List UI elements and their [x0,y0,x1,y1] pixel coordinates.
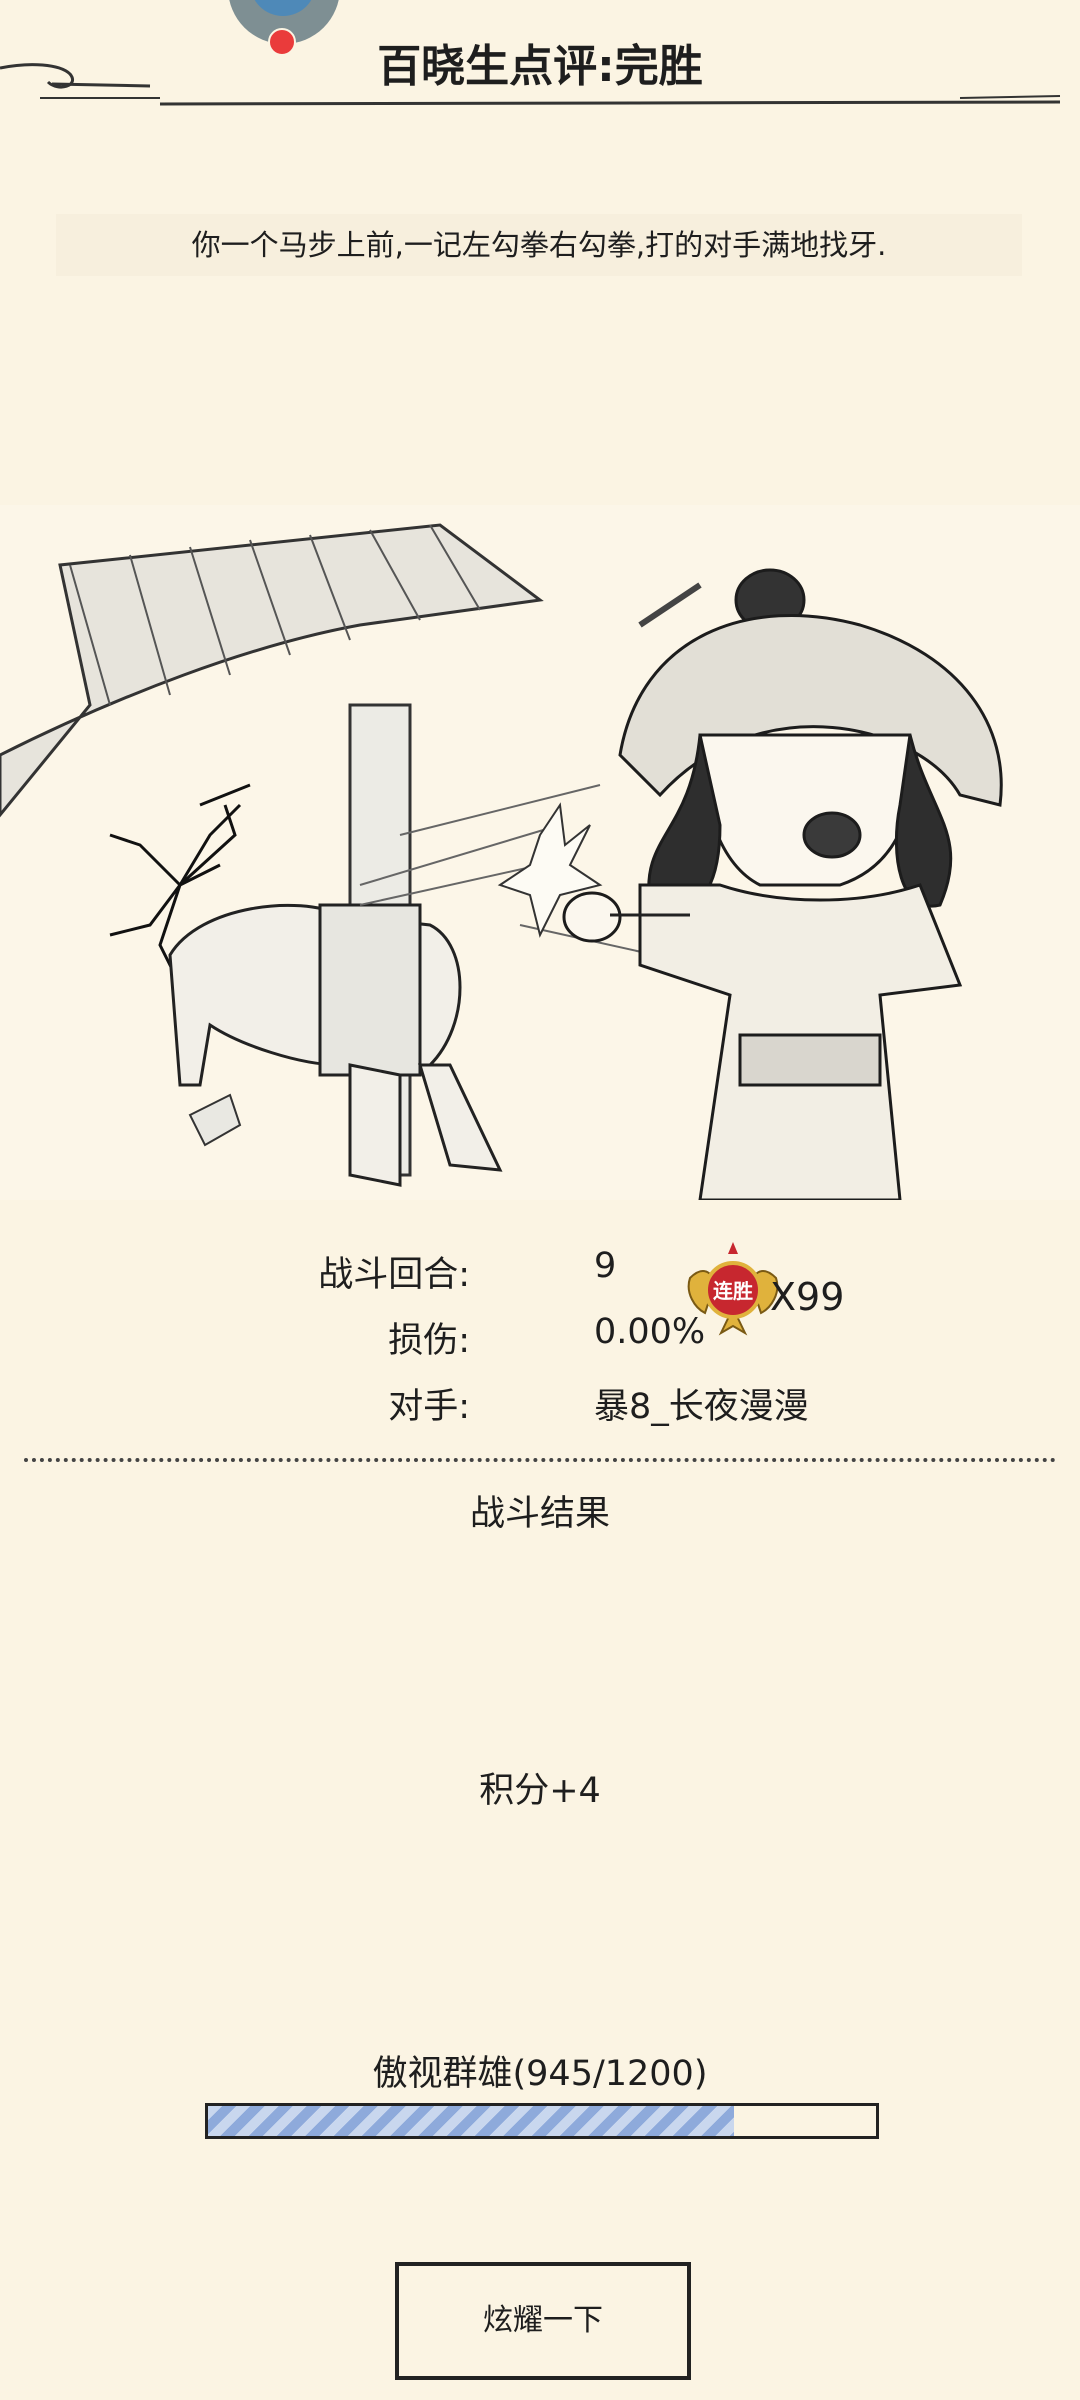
rounds-value: 9 [594,1246,617,1286]
result-title: 战斗结果 [469,1494,610,1534]
win-streak-count: X99 [770,1275,845,1319]
rank-progress-label: 傲视群雄(945/1200) [372,2054,708,2094]
battle-description: 你一个马步上前,一记左勾拳右勾拳,打的对手满地找牙. [56,214,1022,276]
rank-progress-fill [208,2106,735,2136]
opponent-label: 对手: [388,1387,470,1427]
rank-progress-bar [205,2103,879,2139]
share-button[interactable]: 炫耀一下 [395,2262,691,2380]
opponent-value: 暴8_长夜漫漫 [594,1387,809,1427]
score-change: 积分+4 [479,1771,601,1811]
rounds-label: 战斗回合: [318,1255,470,1295]
damage-label: 损伤: [388,1321,470,1361]
girl-fighter [562,568,1003,1200]
scroll-border-decoration [0,63,1061,106]
win-streak-badge-text: 连胜 [713,1279,753,1303]
section-divider [24,1458,1056,1462]
roof [0,523,544,818]
bird-avatar-icon [250,0,316,16]
stuck-opponent [168,903,503,1187]
battle-illustration [0,505,1080,1200]
